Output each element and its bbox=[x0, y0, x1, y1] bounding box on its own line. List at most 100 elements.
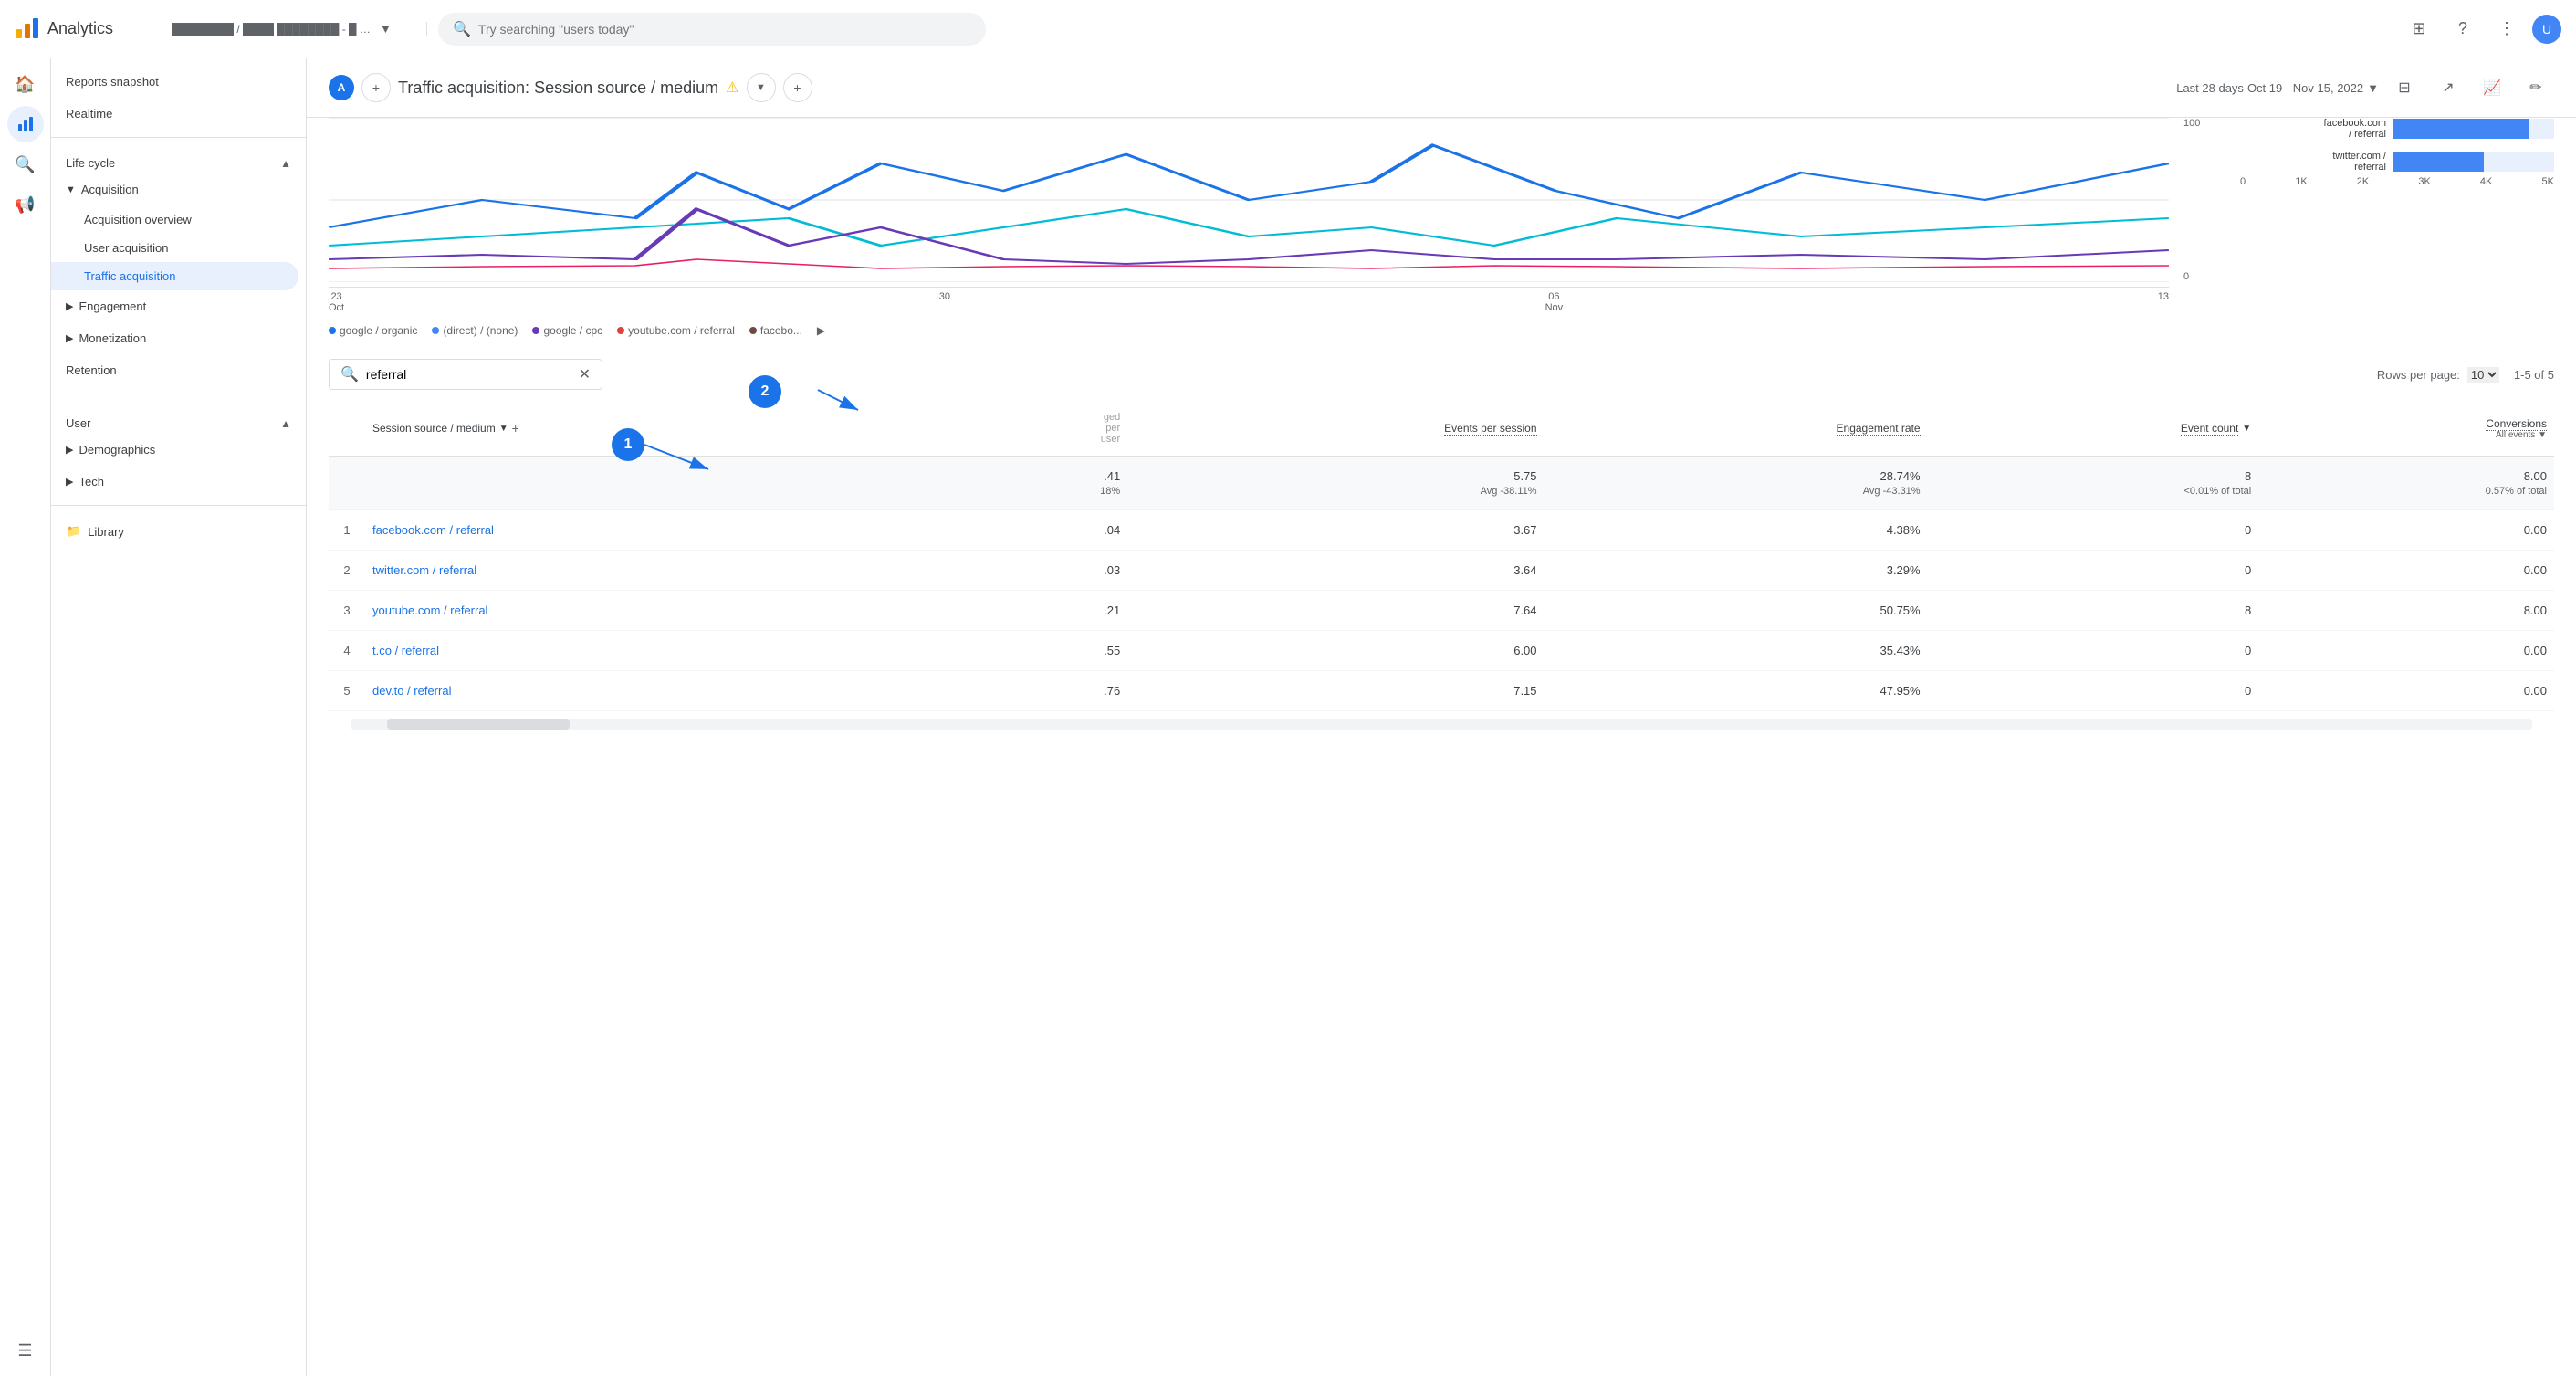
scrollbar-thumb[interactable] bbox=[387, 719, 570, 730]
row1-col6: 0 bbox=[1928, 510, 2259, 551]
row1-col5: 4.38% bbox=[1545, 510, 1928, 551]
configure-icon-button[interactable]: ☰ bbox=[7, 1332, 44, 1369]
chart-toggle-button[interactable]: 📈 bbox=[2474, 69, 2510, 106]
line-chart-area: 23 Oct 30 06 Nov 13 bbox=[329, 118, 2169, 317]
table-scrollbar[interactable] bbox=[351, 719, 2532, 730]
sidebar-item-realtime[interactable]: Realtime bbox=[51, 98, 298, 130]
user-acquisition-label: User acquisition bbox=[84, 241, 169, 255]
chevron-right-icon: ▼ bbox=[66, 184, 76, 195]
advertising-icon-button[interactable]: 📢 bbox=[7, 186, 44, 223]
conversions-label: Conversions bbox=[2486, 417, 2547, 431]
sidebar-item-acquisition-overview[interactable]: Acquisition overview bbox=[51, 205, 298, 234]
search-bar[interactable]: 🔍 bbox=[438, 13, 986, 46]
legend-youtube: youtube.com / referral bbox=[617, 324, 735, 337]
share-button[interactable]: ↗ bbox=[2430, 69, 2466, 106]
rows-per-page-select[interactable]: 10 25 50 bbox=[2467, 367, 2499, 383]
library-item[interactable]: 📁 Library bbox=[51, 513, 306, 550]
user-avatar-small: A bbox=[329, 75, 354, 100]
event-count-label: Event count bbox=[2181, 422, 2238, 436]
clear-search-icon[interactable]: ✕ bbox=[579, 365, 591, 383]
lifecycle-label: Life cycle bbox=[66, 156, 115, 170]
bar-axis-5k: 5K bbox=[2541, 176, 2553, 187]
nav-icon-rail: 🏠 🔍 📢 ☰ bbox=[0, 58, 51, 1376]
legend-more-button[interactable]: ▶ bbox=[817, 324, 825, 337]
row3-col3: .21 bbox=[992, 591, 1127, 631]
account-selector[interactable]: ████████ / ████ ████████ - █ - ██ ▼ bbox=[172, 22, 427, 36]
row5-source[interactable]: dev.to / referral bbox=[365, 671, 992, 711]
edit-button[interactable]: ✏ bbox=[2518, 69, 2554, 106]
conversions-filter-icon[interactable]: ▼ bbox=[2538, 430, 2547, 440]
more-options-button[interactable]: ⋮ bbox=[2488, 11, 2525, 47]
user-avatar[interactable]: U bbox=[2532, 15, 2561, 44]
dropdown-icon-button[interactable]: ▼ bbox=[747, 73, 776, 102]
sidebar-divider-1 bbox=[51, 137, 306, 138]
row4-source[interactable]: t.co / referral bbox=[365, 631, 992, 671]
table-search-box[interactable]: 🔍 ✕ bbox=[329, 359, 602, 390]
row5-col5: 47.95% bbox=[1545, 671, 1928, 711]
col-conversions-header[interactable]: Conversions All events ▼ bbox=[2258, 401, 2554, 457]
library-folder-icon: 📁 bbox=[66, 524, 80, 539]
explore-icon-button[interactable]: 🔍 bbox=[7, 146, 44, 183]
row1-source[interactable]: facebook.com / referral bbox=[365, 510, 992, 551]
table-view-button[interactable]: ⊟ bbox=[2386, 69, 2423, 106]
total-col6-cell: 8 <0.01% of total bbox=[1928, 457, 2259, 510]
row2-source[interactable]: twitter.com / referral bbox=[365, 551, 992, 591]
col-event-count-header[interactable]: Event count ▼ bbox=[1928, 401, 2259, 457]
table-search-input[interactable] bbox=[366, 367, 571, 382]
col-session-header: gedperuser bbox=[992, 401, 1127, 457]
page-title: Traffic acquisition: Session source / me… bbox=[398, 79, 718, 98]
sort-icon[interactable]: ▼ bbox=[499, 424, 508, 434]
date-range-selector[interactable]: Last 28 days Oct 19 - Nov 15, 2022 ▼ bbox=[2176, 81, 2379, 95]
row4-col3: .55 bbox=[992, 631, 1127, 671]
row2-col3: .03 bbox=[992, 551, 1127, 591]
chart-y-axis: 100 0 bbox=[2183, 118, 2211, 282]
app-title: Analytics bbox=[47, 19, 113, 38]
logo-area: Analytics bbox=[15, 16, 161, 42]
reports-icon-button[interactable] bbox=[7, 106, 44, 142]
home-icon-button[interactable]: 🏠 bbox=[7, 66, 44, 102]
date-range: Oct 19 - Nov 15, 2022 bbox=[2247, 81, 2363, 95]
table-section: 🔍 ✕ Rows per page: 10 25 50 1-5 o bbox=[307, 359, 2576, 730]
sidebar-item-reports-snapshot[interactable]: Reports snapshot bbox=[51, 66, 298, 98]
table-row: 3 youtube.com / referral .21 7.64 50.75%… bbox=[329, 591, 2554, 631]
lifecycle-section[interactable]: Life cycle ▲ bbox=[51, 145, 306, 173]
main-content: A + Traffic acquisition: Session source … bbox=[307, 58, 2576, 1376]
engagement-expandable[interactable]: ▶ Engagement bbox=[51, 290, 298, 322]
avatar-initials: U bbox=[2542, 22, 2551, 37]
add-column-icon[interactable]: + bbox=[512, 421, 519, 436]
monetization-expandable[interactable]: ▶ Monetization bbox=[51, 322, 298, 354]
sidebar-item-retention[interactable]: Retention bbox=[51, 354, 298, 386]
acquisition-expandable[interactable]: ▼ Acquisition bbox=[51, 173, 298, 205]
demographics-label: Demographics bbox=[79, 443, 155, 457]
row1-col4: 3.67 bbox=[1127, 510, 1544, 551]
row5-col3: .76 bbox=[992, 671, 1127, 711]
row4-col7: 0.00 bbox=[2258, 631, 2554, 671]
realtime-label: Realtime bbox=[66, 107, 112, 121]
bar-axis-1k: 1K bbox=[2295, 176, 2307, 187]
demographics-expandable[interactable]: ▶ Demographics bbox=[51, 434, 298, 466]
search-icon: 🔍 bbox=[453, 20, 471, 38]
search-input[interactable] bbox=[478, 22, 971, 37]
col-engagement-rate-header[interactable]: Engagement rate bbox=[1545, 401, 1928, 457]
row2-col5: 3.29% bbox=[1545, 551, 1928, 591]
add-comparison-button[interactable]: + bbox=[361, 73, 391, 102]
x-label-13: 13 bbox=[2158, 291, 2169, 313]
tech-expandable[interactable]: ▶ Tech bbox=[51, 466, 298, 498]
help-icon-button[interactable]: ? bbox=[2445, 11, 2481, 47]
monetization-chevron-icon: ▶ bbox=[66, 332, 73, 344]
legend-google-organic: google / organic bbox=[329, 324, 417, 337]
grid-icon-button[interactable]: ⊞ bbox=[2401, 11, 2437, 47]
x-label-23-oct: 23 Oct bbox=[329, 291, 344, 313]
add-metric-button[interactable]: + bbox=[783, 73, 812, 102]
row3-source[interactable]: youtube.com / referral bbox=[365, 591, 992, 631]
table-row: 2 twitter.com / referral .03 3.64 3.29% … bbox=[329, 551, 2554, 591]
row2-num: 2 bbox=[329, 551, 365, 591]
rows-per-page-label: Rows per page: bbox=[2377, 368, 2460, 382]
library-label: Library bbox=[88, 525, 124, 539]
sidebar-item-user-acquisition[interactable]: User acquisition bbox=[51, 234, 298, 262]
col-events-per-session-header[interactable]: Events per session bbox=[1127, 401, 1544, 457]
event-count-filter-icon[interactable]: ▼ bbox=[2242, 424, 2251, 434]
sidebar-item-traffic-acquisition[interactable]: Traffic acquisition bbox=[51, 262, 298, 290]
annotation-container: 2 1 bbox=[329, 401, 2554, 711]
lifecycle-chevron-icon: ▲ bbox=[280, 157, 291, 170]
